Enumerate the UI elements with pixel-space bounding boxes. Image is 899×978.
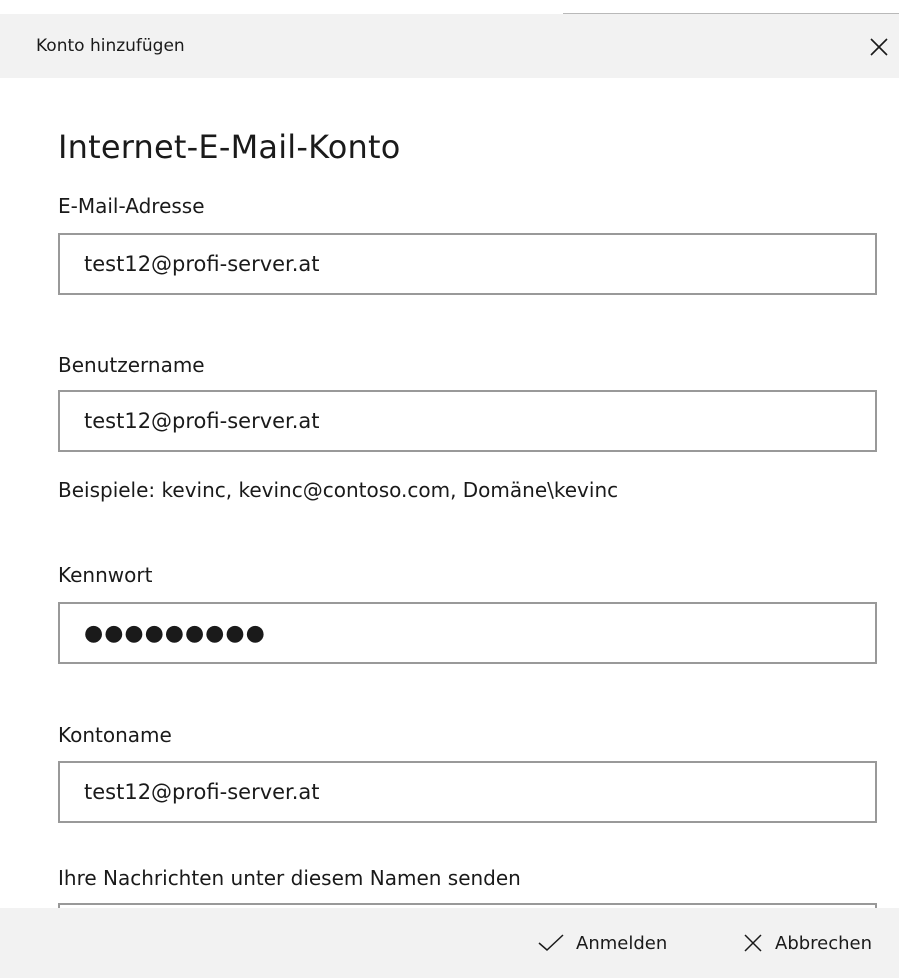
account-name-value: test12@profi-server.at	[84, 780, 320, 804]
password-field[interactable]: ●●●●●●●●●	[58, 602, 877, 664]
password-masked-value: ●●●●●●●●●	[84, 620, 266, 646]
footer-bar: Anmelden Abbrechen	[0, 908, 899, 978]
add-account-dialog: Konto hinzufügen Internet-E-Mail-Konto E…	[0, 0, 899, 978]
username-field[interactable]: test12@profi-server.at	[58, 390, 877, 452]
username-label: Benutzername	[58, 353, 205, 377]
close-icon	[744, 934, 762, 952]
background-window-edge	[0, 0, 899, 14]
username-value: test12@profi-server.at	[84, 409, 320, 433]
account-name-field[interactable]: test12@profi-server.at	[58, 761, 877, 823]
send-name-label: Ihre Nachrichten unter diesem Namen send…	[58, 866, 521, 890]
window-title: Konto hinzufügen	[36, 36, 185, 56]
close-icon	[870, 38, 888, 56]
form-scroll-area[interactable]: Internet-E-Mail-Konto E-Mail-Adresse tes…	[0, 78, 899, 908]
email-value: test12@profi-server.at	[84, 252, 320, 276]
cancel-button[interactable]: Abbrechen	[743, 928, 872, 958]
signin-button[interactable]: Anmelden	[538, 928, 667, 958]
account-name-label: Kontoname	[58, 723, 172, 747]
password-label: Kennwort	[58, 563, 153, 587]
close-button[interactable]	[864, 32, 894, 62]
email-field[interactable]: test12@profi-server.at	[58, 233, 877, 295]
title-bar: Konto hinzufügen	[0, 14, 899, 78]
email-label: E-Mail-Adresse	[58, 194, 205, 218]
page-title: Internet-E-Mail-Konto	[58, 128, 401, 166]
cancel-label: Abbrechen	[775, 932, 873, 954]
signin-label: Anmelden	[576, 932, 668, 954]
checkmark-icon	[538, 934, 564, 952]
username-hint: Beispiele: kevinc, kevinc@contoso.com, D…	[58, 478, 619, 502]
